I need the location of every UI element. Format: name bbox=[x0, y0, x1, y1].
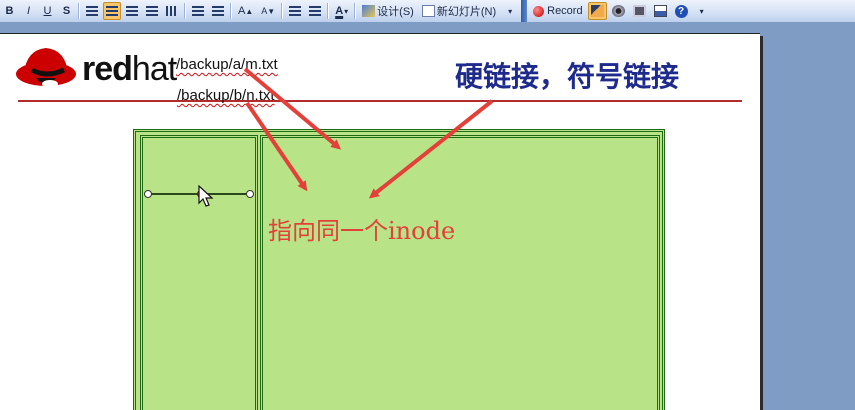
slide-canvas[interactable]: redhat 硬链接，符号链接 /backup/a/m.txt /backup/… bbox=[0, 33, 760, 410]
webcam-button[interactable] bbox=[609, 2, 628, 20]
slide-top-edge bbox=[0, 33, 760, 34]
webcam-icon bbox=[611, 5, 625, 17]
columns-icon bbox=[166, 6, 178, 16]
bold-button[interactable]: B bbox=[1, 2, 18, 20]
annotation-arrows bbox=[243, 67, 494, 199]
record-button[interactable]: Record bbox=[530, 2, 585, 20]
toolbar-overflow-button[interactable]: ▾ bbox=[693, 2, 710, 20]
align-right-button[interactable] bbox=[123, 2, 141, 20]
align-left-icon bbox=[86, 6, 98, 16]
arrow-n-to-inode bbox=[245, 101, 308, 192]
decrease-indent-icon bbox=[289, 6, 302, 16]
arrow-m-to-block bbox=[243, 67, 342, 150]
design-icon bbox=[362, 5, 376, 17]
justify-icon bbox=[146, 6, 158, 16]
shadow-button[interactable]: S bbox=[58, 2, 75, 20]
align-right-icon bbox=[126, 6, 138, 16]
chevron-down-icon: ▾ bbox=[508, 6, 513, 16]
italic-button[interactable]: I bbox=[20, 2, 37, 20]
new-slide-button[interactable]: 新幻灯片(N) bbox=[419, 2, 499, 20]
toolbar-options-button[interactable]: ▾ bbox=[501, 2, 518, 20]
increase-indent-button[interactable] bbox=[306, 2, 324, 20]
align-left-button[interactable] bbox=[83, 2, 101, 20]
toolbar-separator bbox=[78, 3, 80, 19]
columns-button[interactable] bbox=[163, 2, 181, 20]
toolbar-separator bbox=[327, 3, 330, 19]
toolbar-separator bbox=[354, 3, 357, 19]
grow-font-button[interactable]: A ▲ bbox=[235, 2, 256, 20]
toolbar-separator bbox=[184, 3, 186, 19]
shrink-arrow-icon: ▼ bbox=[267, 6, 276, 16]
chevron-down-icon: ▾ bbox=[699, 6, 704, 16]
monitor-icon bbox=[632, 5, 646, 17]
increase-indent-icon bbox=[309, 6, 322, 16]
design-button[interactable]: 设计(S) bbox=[359, 2, 417, 20]
mouse-cursor-icon bbox=[198, 185, 214, 207]
settings-button[interactable] bbox=[651, 2, 670, 20]
toolbar-grip[interactable] bbox=[521, 0, 528, 22]
decrease-indent-button[interactable] bbox=[286, 2, 304, 20]
screen-button[interactable] bbox=[630, 2, 649, 20]
numbered-list-icon bbox=[192, 6, 204, 16]
font-color-button[interactable]: A ▾ bbox=[332, 2, 351, 20]
numbering-button[interactable] bbox=[189, 2, 207, 20]
record-icon bbox=[533, 5, 545, 17]
new-slide-icon bbox=[421, 5, 435, 17]
toolbar-separator bbox=[230, 3, 232, 19]
formatting-toolbar: B I U S A ▲ A ▼ A ▾ 设计(S) 新幻灯片(N) ▾ Record… bbox=[0, 0, 855, 23]
toolbar-separator bbox=[281, 3, 284, 19]
chevron-down-icon: ▾ bbox=[344, 6, 349, 16]
align-center-icon bbox=[106, 6, 118, 16]
justify-button[interactable] bbox=[143, 2, 161, 20]
help-icon: ? bbox=[674, 4, 688, 18]
help-button[interactable]: ? bbox=[672, 2, 691, 20]
grow-arrow-icon: ▲ bbox=[245, 6, 254, 16]
bulleted-list-icon bbox=[212, 6, 224, 16]
bullets-button[interactable] bbox=[209, 2, 227, 20]
arrow-title-to-inode bbox=[368, 99, 494, 199]
pen-icon bbox=[590, 5, 604, 17]
settings-icon bbox=[653, 5, 667, 17]
pen-tool-button[interactable] bbox=[587, 2, 607, 20]
underline-button[interactable]: U bbox=[39, 2, 56, 20]
align-center-button[interactable] bbox=[103, 2, 121, 20]
shrink-font-button[interactable]: A ▼ bbox=[258, 2, 278, 20]
